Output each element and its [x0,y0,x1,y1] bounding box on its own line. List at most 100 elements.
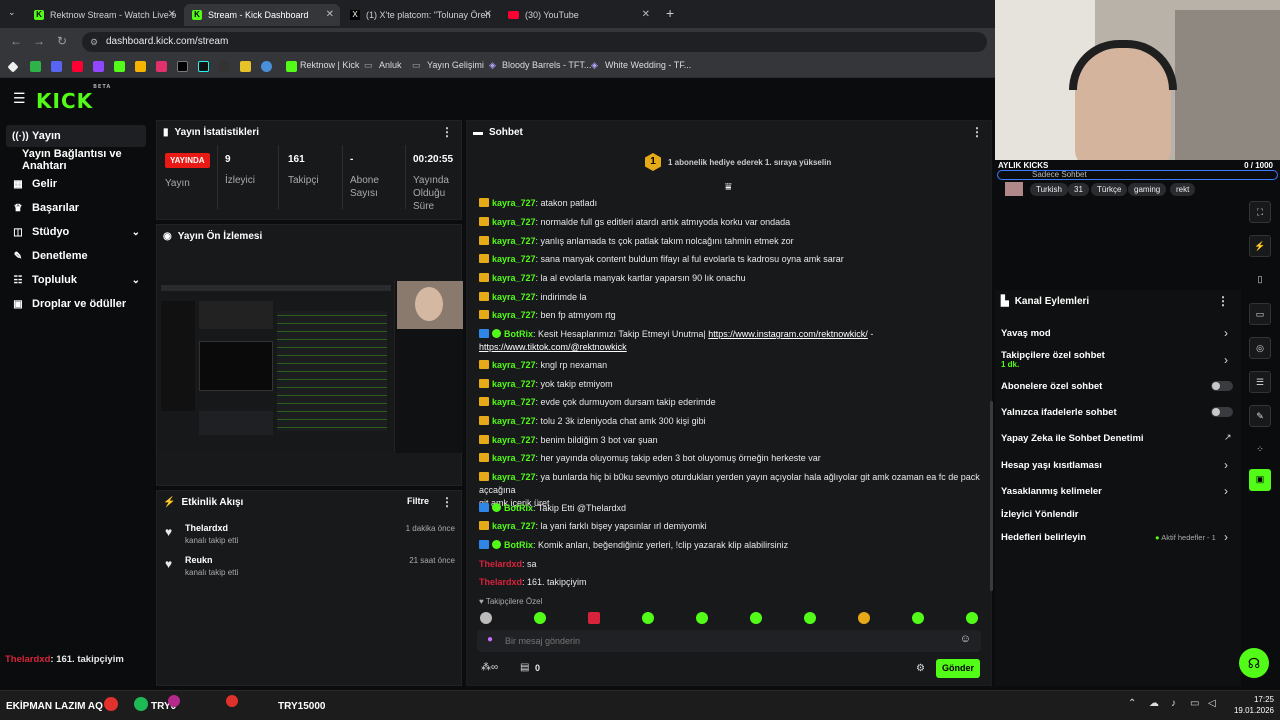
chat-scrollbar[interactable] [990,401,993,591]
emote-only-toggle[interactable] [1211,407,1233,417]
sidebar-item-studyo[interactable]: ◫ Stüdyo ⌄ [6,221,146,243]
sidebar-item-gelir[interactable]: ▦ Gelir [6,173,146,195]
taskbar-app-icon[interactable] [226,695,238,707]
tab-search-icon[interactable]: ⌄ [8,7,16,18]
site-info-icon[interactable]: ⚙ [90,32,98,52]
chevron-right-icon[interactable]: › [1224,326,1228,340]
bookmark-icon[interactable] [114,61,125,72]
bookmark-icon[interactable] [72,61,83,72]
close-icon[interactable]: ✕ [326,9,334,20]
fullscreen-icon[interactable]: ⛶ [1249,201,1271,223]
cloud-icon[interactable]: ☁ [1149,698,1159,709]
chevron-right-icon[interactable]: › [1224,484,1228,498]
tab-rektnow-stream[interactable]: K Rektnow Stream - Watch Live o ✕ [26,4,182,26]
volume-icon[interactable]: ◁ [1208,698,1216,709]
bookmark-rektnow[interactable]: Rektnow | Kick [300,60,359,70]
emote-icon[interactable] [750,612,762,624]
pin-icon[interactable]: ⩸ [725,181,732,194]
lightning-icon[interactable]: ⚡ [1249,235,1271,257]
bookmark-folder-yayin-gelisimi[interactable]: Yayın Gelişimi [427,60,484,70]
bookmark-white-wedding[interactable]: White Wedding - TF... [605,60,691,70]
emote-icon[interactable] [642,612,654,624]
notes-icon[interactable]: ▯ [1249,269,1271,291]
microphone-tray-icon[interactable]: ♪ [1171,698,1176,709]
close-icon[interactable]: ✕ [484,9,492,20]
bookmark-icon[interactable] [51,61,62,72]
action-raid[interactable]: İzleyici Yönlendir [1001,509,1078,520]
bookmark-icon[interactable] [240,61,251,72]
bookmark-icon[interactable] [135,61,146,72]
action-set-goals[interactable]: Hedefleri belirleyin [1001,532,1086,543]
microphone-icon[interactable]: ● [487,634,493,645]
emote-icon[interactable] [858,612,870,624]
layout-icon[interactable]: ☰ [1249,371,1271,393]
emote-icon[interactable] [696,612,708,624]
clock-time[interactable]: 17:25 [1228,695,1274,704]
sidebar-item-denetleme[interactable]: ✎ Denetleme [6,245,146,267]
send-button[interactable]: Gönder [936,659,980,678]
chevron-down-icon[interactable]: ⌄ [132,227,140,238]
emote-icon[interactable] [534,612,546,624]
url-field[interactable]: ⚙ dashboard.kick.com/stream [82,32,987,52]
users-icon[interactable]: ⁘ [1249,439,1271,461]
emote-icon[interactable] [912,612,924,624]
support-headset-icon[interactable]: ☊ [1239,648,1269,678]
kick-logo[interactable]: KICKBETA [36,84,111,113]
bookmark-icon[interactable] [261,61,272,72]
chevron-right-icon[interactable]: › [1224,353,1228,367]
emote-icon[interactable] [966,612,978,624]
chat-message-input[interactable] [505,633,945,649]
sub-chat-toggle[interactable] [1211,381,1233,391]
more-options-icon[interactable]: ⋮ [441,125,453,139]
more-options-icon[interactable]: ⋮ [971,125,983,139]
taskbar-app-icon[interactable] [134,697,148,711]
chevron-down-icon[interactable]: ⌄ [132,275,140,286]
sidebar-item-droplar[interactable]: ▣ Droplar ve ödüller [6,293,146,315]
network-icon[interactable]: ▭ [1190,698,1199,709]
sidebar-item-stream-key[interactable]: Yayın Bağlantısı ve Anahtarı [16,148,152,172]
chevron-right-icon[interactable]: › [1224,530,1228,544]
action-slow-mode[interactable]: Yavaş mod [1001,328,1051,339]
more-options-icon[interactable]: ⋮ [1217,294,1229,308]
sidebar-item-topluluk[interactable]: ☷ Topluluk ⌄ [6,269,146,291]
bookmark-icon[interactable] [156,61,167,72]
reload-icon[interactable]: ↻ [57,34,67,48]
bookmark-icon[interactable] [30,61,41,72]
back-icon[interactable]: ← [10,34,22,48]
emote-icon[interactable] [480,612,492,624]
bookmark-icon[interactable] [7,61,19,73]
tab-kick-dashboard[interactable]: K Stream - Kick Dashboard ✕ [184,4,340,26]
action-account-age[interactable]: Hesap yaşı kısıtlaması [1001,460,1102,471]
wrench-icon[interactable]: ✎ [1249,405,1271,427]
app-icon[interactable]: ▣ [1249,469,1271,491]
more-options-icon[interactable]: ⋮ [441,495,453,509]
infinity-icon[interactable]: ⁂∞ [481,662,498,673]
new-tab-button[interactable]: + [666,5,674,21]
sidebar-item-yayin[interactable]: ((·)) Yayın [6,125,146,147]
forward-icon[interactable]: → [33,34,45,48]
emote-icon[interactable] [804,612,816,624]
action-ai-moderation[interactable]: Yapay Zeka ile Sohbet Denetimi [1001,433,1144,444]
taskbar-app-icon[interactable] [104,697,118,711]
action-banned-words[interactable]: Yasaklanmış kelimeler [1001,486,1102,497]
close-icon[interactable]: ✕ [642,9,650,20]
tag-gaming[interactable]: gaming [1128,183,1167,196]
filter-button[interactable]: Filtre [407,496,429,506]
bookmark-icon[interactable] [198,61,209,72]
broadcast-icon[interactable]: ◎ [1249,337,1271,359]
external-link-icon[interactable]: ↗ [1224,432,1232,443]
stream-preview-video[interactable] [157,281,463,453]
chat-mode-pill[interactable]: Sadece Sohbet [997,170,1278,180]
bookmark-bloody-barrels[interactable]: Bloody Barrels - TFT... [502,60,591,70]
chat-settings-icon[interactable]: ⚙ [916,663,925,674]
emoji-picker-icon[interactable]: ☺ [960,633,971,645]
bookmark-icon[interactable] [177,61,188,72]
tag-31[interactable]: 31 [1068,183,1089,196]
tag-turkish[interactable]: Turkish [1030,183,1068,196]
tag-turkce[interactable]: Türkçe [1091,183,1128,196]
chevron-right-icon[interactable]: › [1224,458,1228,472]
tab-youtube[interactable]: (30) YouTube ✕ [500,4,656,26]
clock-date[interactable]: 19.01.2026 [1222,706,1274,715]
bookmark-folder-anluk[interactable]: Anluk [379,60,402,70]
chat-bubble-icon[interactable]: ▭ [1249,303,1271,325]
